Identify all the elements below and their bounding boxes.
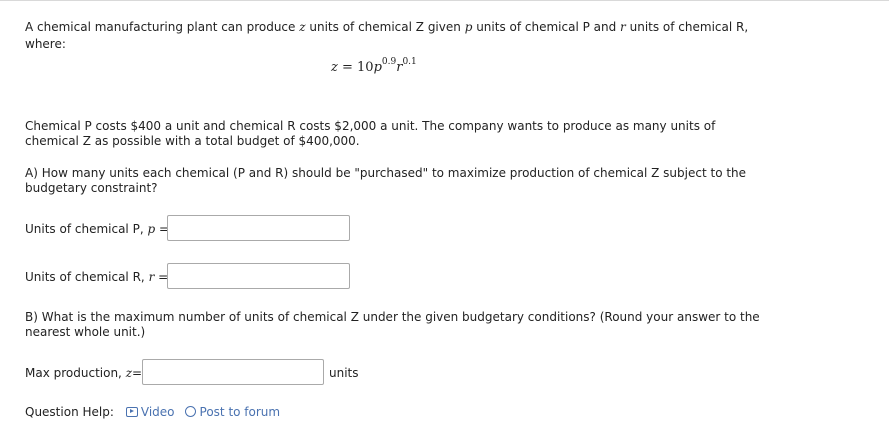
field-p-var: p	[147, 222, 156, 236]
video-link[interactable]: Video	[125, 404, 175, 419]
max-production-input[interactable]	[142, 359, 324, 385]
intro-text-d: units of chemical R,	[625, 20, 749, 34]
formula-p-exponent: 0.9	[381, 56, 397, 67]
video-icon	[125, 406, 138, 417]
video-link-label: Video	[140, 404, 175, 419]
costs-line-1: Chemical P costs $400 a unit and chemica…	[25, 119, 716, 133]
post-to-forum-label: Post to forum	[199, 404, 281, 419]
part-a-line-1: A) How many units each chemical (P and R…	[25, 166, 747, 180]
field-z-eq: =	[132, 366, 143, 380]
intro-text-b: units of chemical Z given	[305, 20, 465, 34]
intro-line-1: A chemical manufacturing plant can produ…	[25, 20, 748, 35]
production-formula: z = 10p0.9r0.1	[331, 56, 417, 75]
question-help: Question Help: Video Post to forum	[25, 404, 280, 419]
field-p-label-text: Units of chemical P,	[25, 222, 148, 236]
part-b-line-1: B) What is the maximum number of units o…	[25, 310, 760, 324]
intro-text-c: units of chemical P and	[472, 20, 621, 34]
formula-p: p	[373, 60, 382, 75]
formula-r-exponent: 0.1	[402, 56, 417, 67]
units-p-input[interactable]	[167, 215, 350, 241]
post-to-forum-link[interactable]: Post to forum	[175, 404, 281, 419]
field-z-label: Max production, z=	[25, 366, 142, 381]
field-z-label-text: Max production,	[25, 366, 126, 380]
formula-z: z	[331, 60, 338, 75]
costs-line-2: chemical Z as possible with a total budg…	[25, 134, 360, 148]
units-suffix: units	[329, 366, 359, 380]
question-help-label: Question Help:	[25, 404, 114, 419]
speech-bubble-icon	[184, 406, 196, 417]
top-border	[0, 0, 889, 1]
field-r-label-text: Units of chemical R,	[25, 270, 149, 284]
part-a-line-2: budgetary constraint?	[25, 181, 158, 195]
field-r-label: Units of chemical R, r =	[25, 270, 168, 285]
part-b-line-2: nearest whole unit.)	[25, 325, 146, 339]
intro-line-2: where:	[25, 37, 66, 51]
units-r-input[interactable]	[167, 263, 350, 289]
intro-text-a: A chemical manufacturing plant can produ…	[25, 20, 300, 34]
formula-eq: = 10	[337, 60, 374, 75]
field-p-label: Units of chemical P, p =	[25, 222, 169, 237]
